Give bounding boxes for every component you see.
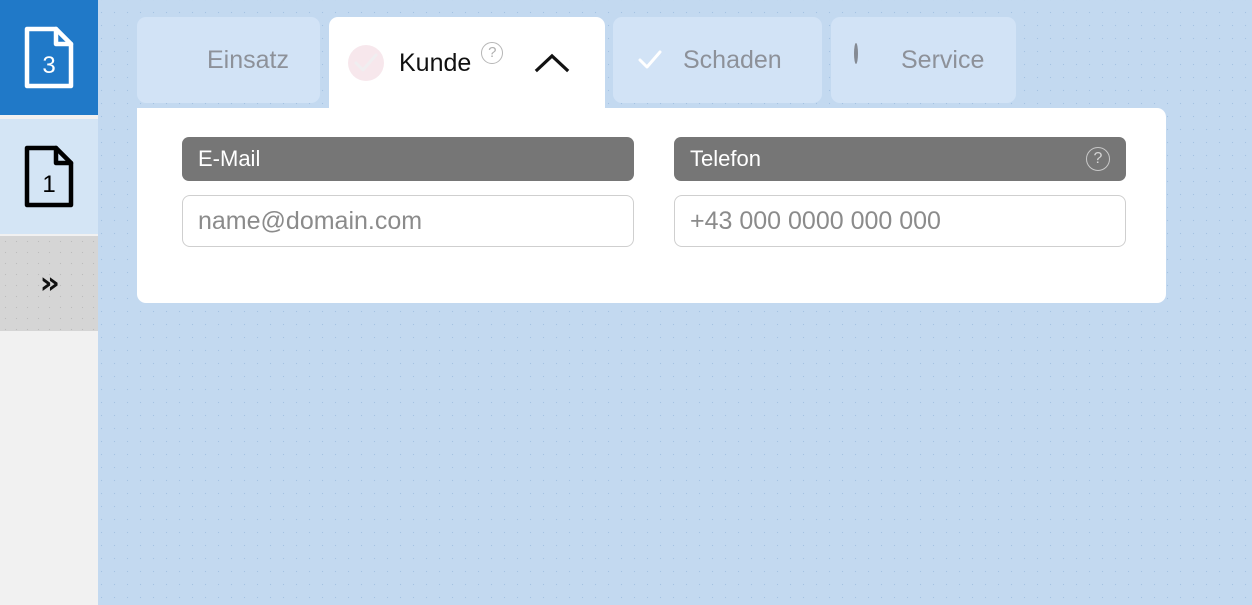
email-input[interactable] bbox=[182, 195, 634, 247]
tab-label: Schaden bbox=[683, 45, 782, 74]
checkbox-checked-icon[interactable] bbox=[348, 45, 384, 81]
circle-empty-icon[interactable] bbox=[853, 43, 883, 75]
tab-service[interactable]: Service bbox=[831, 17, 1016, 103]
telefon-input[interactable] bbox=[674, 195, 1126, 247]
document-icon: 3 bbox=[23, 26, 75, 90]
field-email: E-Mail bbox=[182, 137, 634, 247]
tab-label: Service bbox=[901, 45, 985, 74]
checkbox-checked-icon[interactable] bbox=[635, 45, 665, 75]
tab-kunde[interactable]: Kunde ? bbox=[329, 17, 605, 109]
sidebar-item-badge: 1 bbox=[42, 170, 56, 198]
sidebar-item-document-3[interactable]: 3 bbox=[0, 0, 98, 115]
pie-quarter-icon bbox=[159, 45, 189, 75]
question-mark-icon[interactable]: ? bbox=[1086, 147, 1110, 171]
tab-label: Einsatz bbox=[207, 45, 289, 74]
field-telefon-label-bar: Telefon ? bbox=[674, 137, 1126, 181]
field-group: E-Mail Telefon ? bbox=[182, 137, 1126, 247]
document-icon: 1 bbox=[23, 145, 75, 209]
double-chevron-right-icon: » bbox=[39, 265, 60, 301]
chevron-up-icon[interactable] bbox=[533, 51, 571, 75]
field-email-label-bar: E-Mail bbox=[182, 137, 634, 181]
sidebar-item-badge: 3 bbox=[42, 51, 56, 79]
sidebar-expand-button[interactable]: » bbox=[0, 236, 98, 331]
sidebar: 3 1 » bbox=[0, 0, 98, 605]
app-root: 3 1 » Einsatz Kunde ? Schaden Service E-… bbox=[0, 0, 1252, 605]
tab-label: Kunde bbox=[399, 48, 472, 77]
question-mark-icon[interactable]: ? bbox=[481, 42, 504, 64]
tab-einsatz[interactable]: Einsatz bbox=[137, 17, 320, 103]
sidebar-filler bbox=[0, 331, 98, 605]
field-email-label: E-Mail bbox=[198, 146, 261, 171]
sidebar-item-document-1[interactable]: 1 bbox=[0, 119, 98, 234]
kunde-panel: E-Mail Telefon ? bbox=[137, 108, 1166, 303]
field-telefon: Telefon ? bbox=[674, 137, 1126, 247]
tab-schaden[interactable]: Schaden bbox=[613, 17, 822, 103]
field-telefon-label: Telefon bbox=[690, 146, 761, 171]
